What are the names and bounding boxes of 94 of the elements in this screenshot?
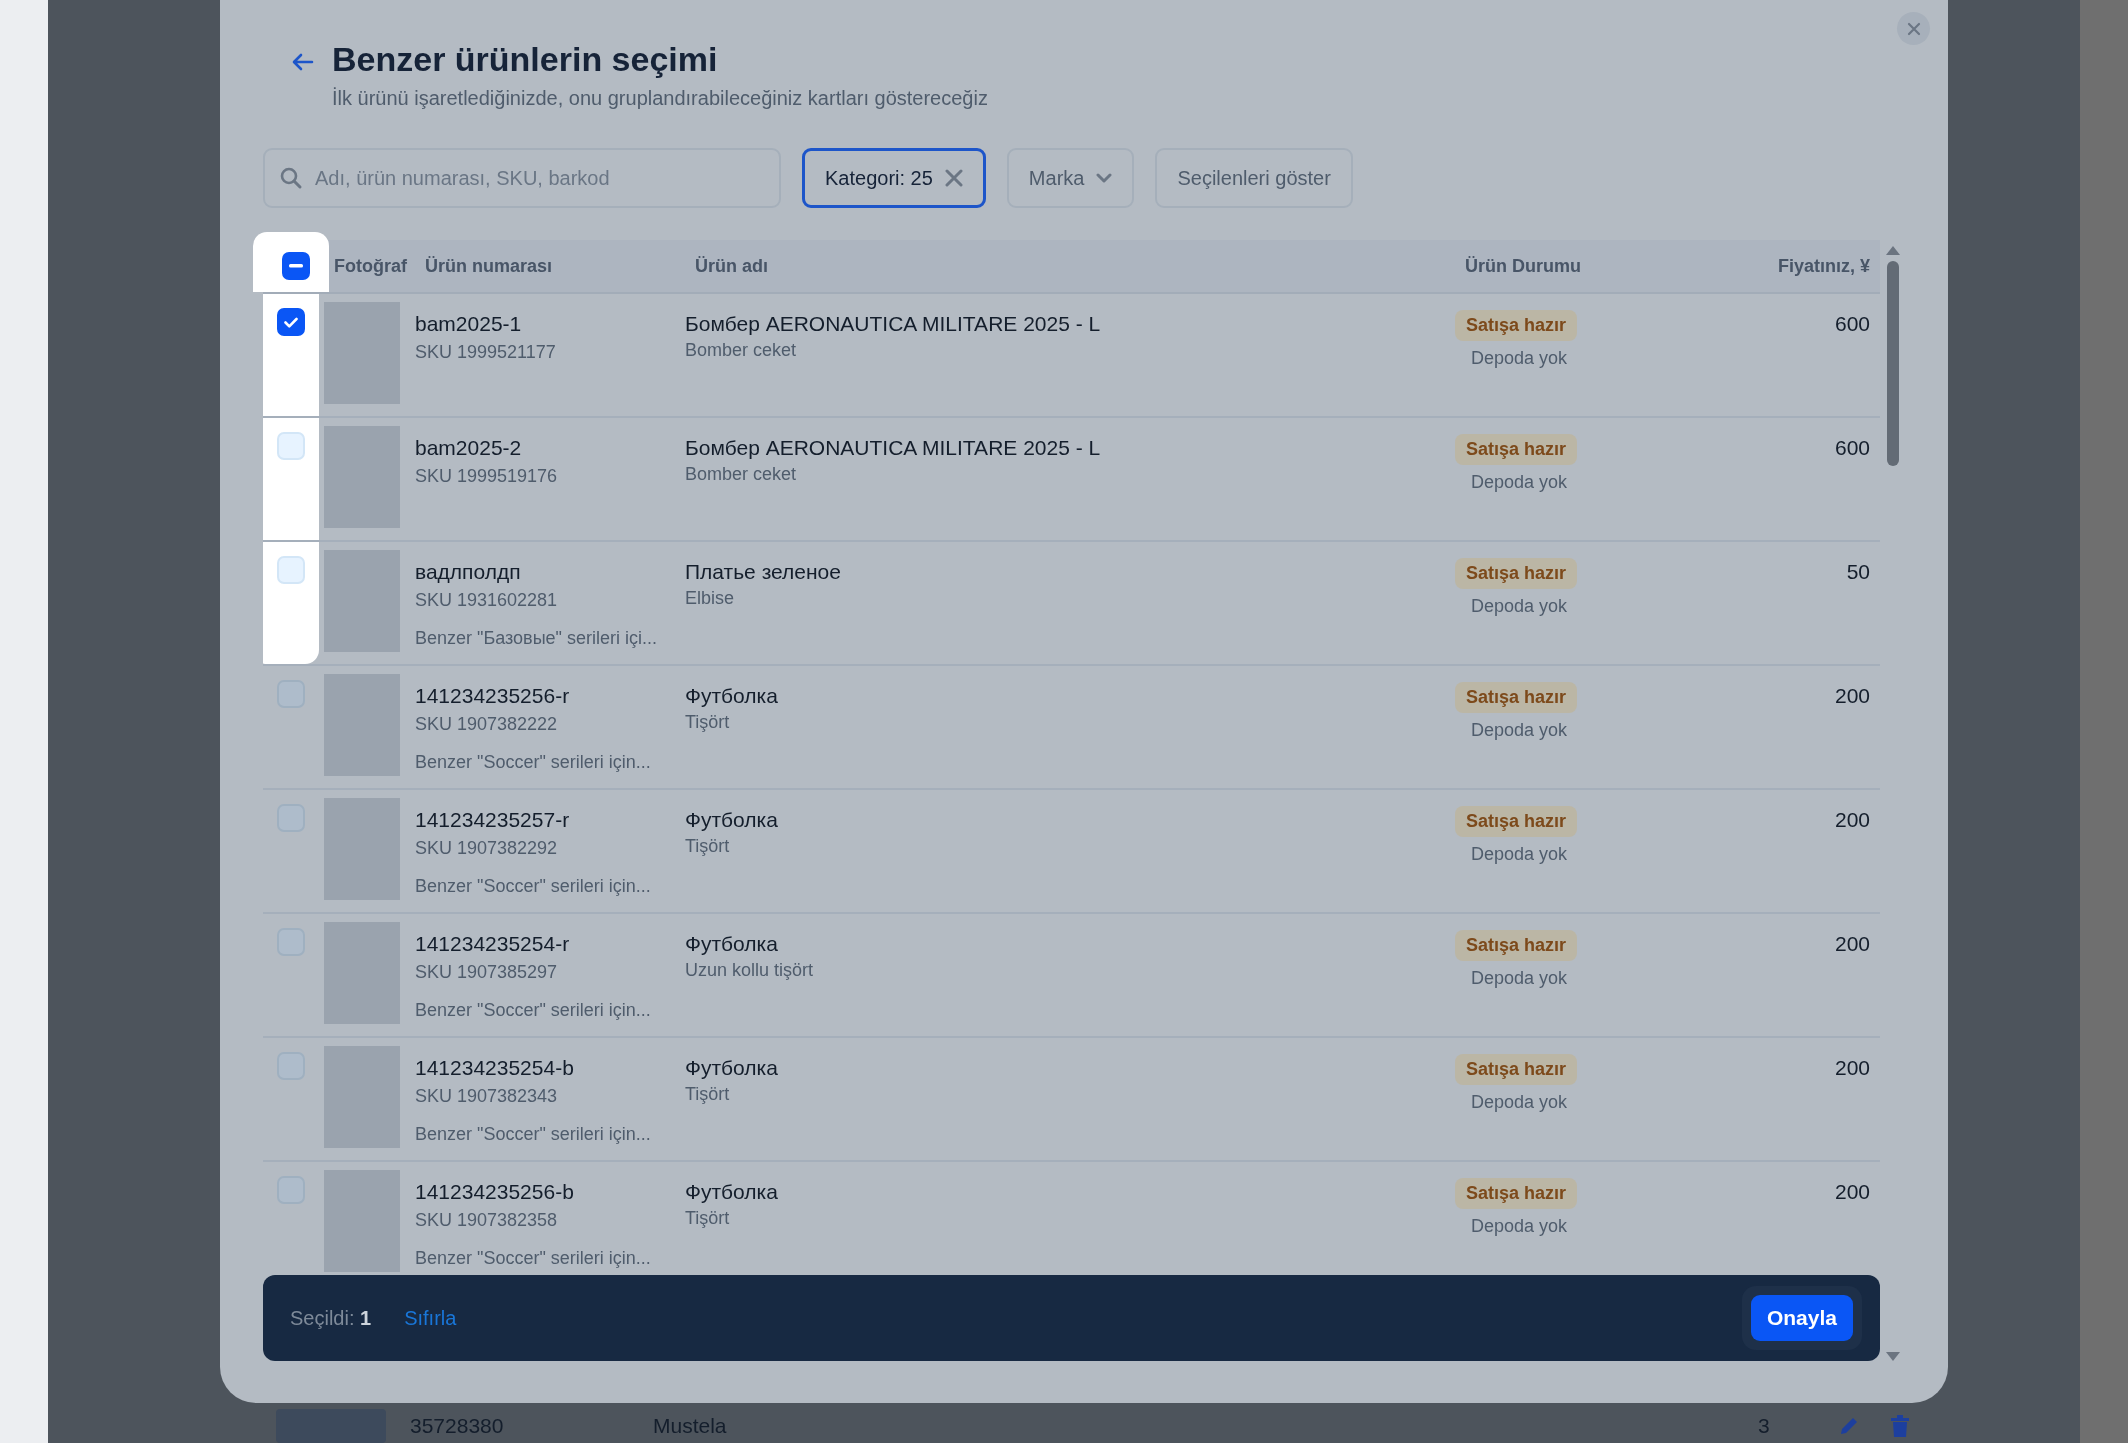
price: 200	[1834, 1056, 1870, 1080]
product-number: bam2025-1	[415, 312, 523, 336]
status-badge: Satışa hazır	[1455, 558, 1578, 589]
series-note: Benzer "Базовые" serileri içi...	[415, 628, 658, 649]
product-name: Футболка	[685, 1180, 779, 1204]
column-header: Ürün Durumu	[1465, 255, 1582, 277]
price: 600	[1834, 436, 1870, 460]
product-category: Elbise	[685, 588, 736, 609]
sku-text: SKU 1907382358	[415, 1210, 559, 1231]
confirm-button[interactable]: Onayla	[1750, 1295, 1853, 1341]
product-category: Uzun kollu tişört	[685, 960, 815, 981]
product-number: 141234235254-r	[415, 932, 571, 956]
product-number: 35728380	[410, 1414, 505, 1438]
brand-dropdown[interactable]: Marka	[1006, 148, 1135, 208]
product-category: Tişört	[685, 836, 731, 857]
product-name: Футболка	[685, 684, 779, 708]
product-name: Бомбер AERONAUTICA MILITARE 2025 - L	[685, 312, 1102, 336]
product-category: Tişört	[685, 712, 731, 733]
show-selected-button[interactable]: Seçilenleri göster	[1155, 148, 1353, 208]
close-icon	[1906, 21, 1921, 36]
search-icon	[279, 166, 303, 190]
quantity: 3	[1758, 1414, 1771, 1438]
category-filter-chip[interactable]: Kategori: 25	[802, 148, 986, 208]
row-checkbox[interactable]	[277, 308, 305, 336]
series-note: Benzer "Soccer" serileri için...	[415, 1248, 652, 1269]
search-field[interactable]: Adı, ürün numarası, SKU, barkod	[263, 148, 781, 208]
trash-icon[interactable]	[1890, 1415, 1910, 1437]
status-badge: Satışa hazır	[1455, 682, 1578, 713]
stock-status: Depoda yok	[1471, 1092, 1568, 1113]
column-header: Fiyatınız, ¥	[1776, 255, 1871, 277]
dialog-subtitle: İlk ürünü işaretlediğinizde, onu gruplandırabileceğiniz kartları göstereceğiz	[332, 87, 988, 110]
product-category: Bomber ceket	[685, 340, 798, 361]
select-all-checkbox[interactable]	[282, 252, 310, 280]
sku-text: SKU 1907382343	[415, 1086, 559, 1107]
checkmark-icon	[284, 316, 298, 328]
stock-status: Depoda yok	[1471, 348, 1568, 369]
product-category: Bomber ceket	[685, 464, 798, 485]
price: 200	[1834, 1180, 1870, 1204]
brand-name: Mustela	[653, 1414, 728, 1438]
selected-count: Seçildi: 1	[290, 1306, 372, 1330]
series-note: Benzer "Soccer" serileri için...	[415, 876, 652, 897]
pencil-icon[interactable]	[1838, 1415, 1860, 1437]
stock-status: Depoda yok	[1471, 596, 1568, 617]
scroll-down-icon[interactable]	[1886, 1352, 1900, 1361]
product-number: 141234235256-r	[415, 684, 571, 708]
product-number: 141234235257-r	[415, 808, 571, 832]
reset-link[interactable]: Sıfırla	[404, 1306, 457, 1330]
status-badge: Satışa hazır	[1455, 1054, 1578, 1085]
sku-text: SKU 1999521177	[415, 342, 557, 363]
scroll-up-icon[interactable]	[1886, 246, 1900, 255]
stock-status: Depoda yok	[1471, 720, 1568, 741]
dialog-title: Benzer ürünlerin seçimi	[332, 40, 719, 79]
column-header: Ürün numarası	[425, 255, 554, 277]
stock-status: Depoda yok	[1471, 472, 1568, 493]
price: 200	[1834, 932, 1870, 956]
status-badge: Satışa hazır	[1455, 806, 1578, 837]
remove-icon[interactable]	[944, 169, 963, 187]
series-note: Benzer "Soccer" serileri için...	[415, 1124, 652, 1145]
status-badge: Satışa hazır	[1455, 930, 1578, 961]
close-button[interactable]	[1897, 12, 1930, 45]
series-note: Benzer "Soccer" serileri için...	[415, 752, 652, 773]
product-number: bam2025-2	[415, 436, 523, 460]
column-header: Ürün adı	[695, 255, 769, 277]
column-header: Fotoğraf	[333, 255, 408, 277]
price: 50	[1846, 560, 1870, 584]
status-badge: Satışa hazır	[1455, 1178, 1578, 1209]
product-name: Бомбер AERONAUTICA MILITARE 2025 - L	[685, 436, 1102, 460]
price: 600	[1834, 312, 1870, 336]
stock-status: Depoda yok	[1471, 844, 1568, 865]
sku-text: SKU 1907385297	[415, 962, 559, 983]
product-number: 141234235256-b	[415, 1180, 575, 1204]
sku-text: SKU 1931602281	[415, 590, 559, 611]
stock-status: Depoda yok	[1471, 1216, 1568, 1237]
chevron-down-icon	[1096, 173, 1113, 183]
minus-icon	[289, 264, 303, 268]
product-number: 141234235254-b	[415, 1056, 575, 1080]
series-note: Benzer "Soccer" serileri için...	[415, 1000, 652, 1021]
sku-text: SKU 1907382222	[415, 714, 559, 735]
status-badge: Satışa hazır	[1455, 310, 1578, 341]
product-name: Футболка	[685, 808, 779, 832]
product-number: вадлполдп	[415, 560, 522, 584]
price: 200	[1834, 808, 1870, 832]
product-category: Tişört	[685, 1084, 731, 1105]
product-category: Tişört	[685, 1208, 731, 1229]
stock-status: Depoda yok	[1471, 968, 1568, 989]
scrollbar-thumb[interactable]	[1887, 261, 1899, 466]
back-arrow-icon[interactable]	[292, 53, 314, 71]
product-name: Футболка	[685, 1056, 779, 1080]
product-name: Платье зеленое	[685, 560, 842, 584]
status-badge: Satışa hazır	[1455, 434, 1578, 465]
product-name: Футболка	[685, 932, 779, 956]
price: 200	[1834, 684, 1870, 708]
sku-text: SKU 1999519176	[415, 466, 559, 487]
sku-text: SKU 1907382292	[415, 838, 559, 859]
